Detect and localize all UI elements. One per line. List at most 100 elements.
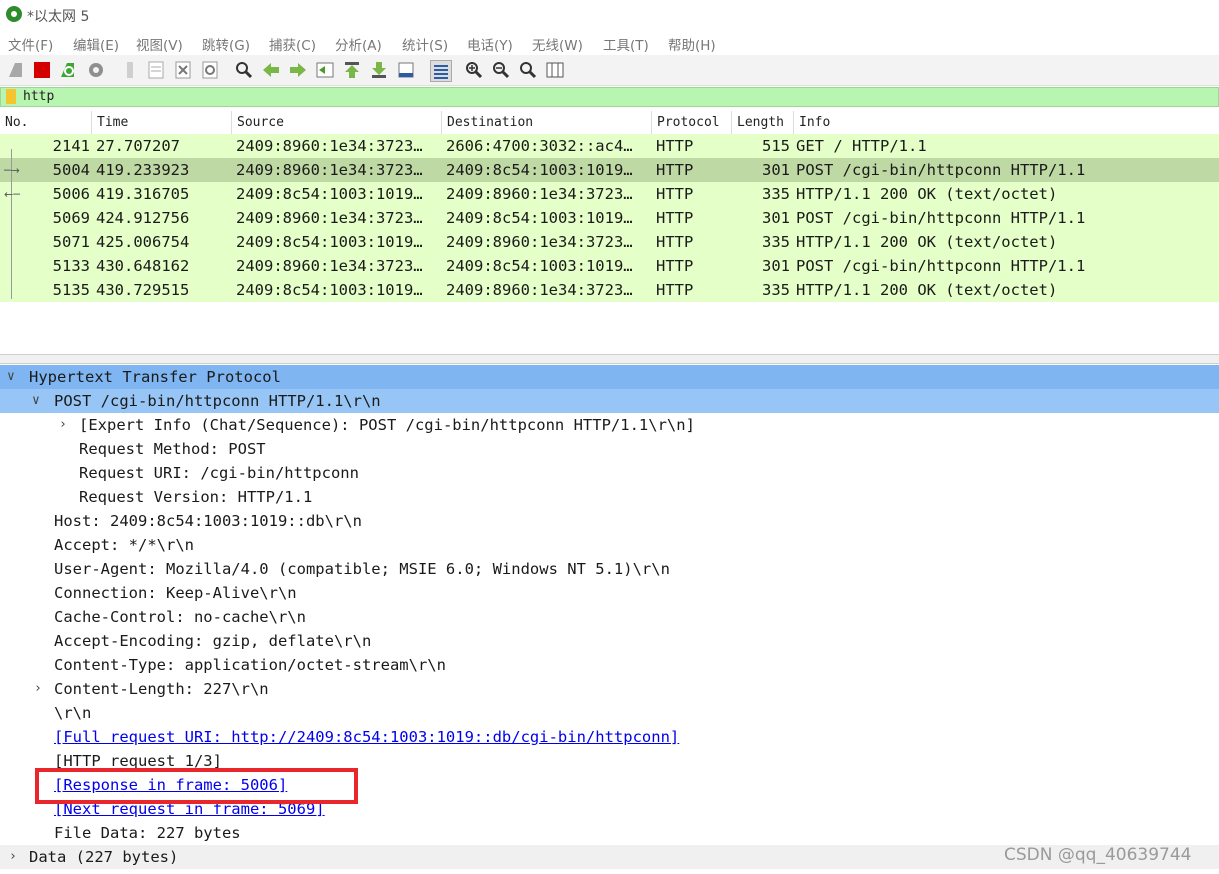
colorize-icon[interactable] (430, 60, 452, 82)
window-title: *以太网 5 (27, 9, 90, 25)
go-back-icon[interactable] (261, 60, 281, 80)
tree-item-host[interactable]: Host: 2409:8c54:1003:1019::db\r\n (0, 509, 1219, 533)
full-request-uri-link[interactable]: [Full request URI: http://2409:8c54:1003… (54, 725, 679, 749)
close-file-icon[interactable] (173, 60, 193, 80)
tree-label: Hypertext Transfer Protocol (29, 368, 281, 386)
tree-item-request-line[interactable]: ∨ POST /cgi-bin/httpconn HTTP/1.1\r\n (0, 389, 1219, 413)
menu-edit[interactable]: 编辑(E) (73, 34, 119, 54)
tree-item-connection[interactable]: Connection: Keep-Alive\r\n (0, 581, 1219, 605)
tree-item-accept[interactable]: Accept: */*\r\n (0, 533, 1219, 557)
menu-statistics[interactable]: 统计(S) (402, 34, 448, 54)
tree-label: Accept-Encoding: gzip, deflate\r\n (54, 632, 372, 650)
column-header-info[interactable]: Info (794, 111, 1219, 134)
request-arrow-icon: ─→ (4, 164, 20, 177)
column-header-protocol[interactable]: Protocol (652, 111, 732, 134)
tree-item-http[interactable]: ∨ Hypertext Transfer Protocol (0, 365, 1219, 389)
stop-capture-icon[interactable] (32, 60, 52, 80)
packet-time: 425.006754 (96, 233, 190, 251)
tree-label: File Data: 227 bytes (54, 824, 241, 842)
zoom-out-icon[interactable] (491, 60, 511, 80)
packet-source: 2409:8c54:1003:1019… (236, 281, 423, 299)
display-filter-input[interactable]: http (23, 88, 54, 106)
reload-file-icon[interactable] (200, 60, 220, 80)
packet-source: 2409:8960:1e34:3723… (236, 257, 423, 275)
go-to-packet-icon[interactable] (315, 60, 335, 80)
packet-info: POST /cgi-bin/httpconn HTTP/1.1 (796, 209, 1086, 227)
tree-item-crlf[interactable]: \r\n (0, 701, 1219, 725)
open-file-icon[interactable] (120, 60, 140, 80)
menu-analyze[interactable]: 分析(A) (335, 34, 382, 54)
tree-item-cache-control[interactable]: Cache-Control: no-cache\r\n (0, 605, 1219, 629)
chevron-right-icon[interactable]: › (59, 413, 67, 437)
packet-row[interactable]: 5133 430.648162 2409:8960:1e34:3723… 240… (0, 254, 1219, 278)
tree-item-expert-info[interactable]: › [Expert Info (Chat/Sequence): POST /cg… (0, 413, 1219, 437)
chevron-right-icon[interactable]: › (9, 845, 17, 869)
column-header-destination[interactable]: Destination (442, 111, 652, 134)
column-header-no[interactable]: No. (0, 111, 92, 134)
start-capture-icon[interactable] (6, 60, 26, 80)
menu-wireless[interactable]: 无线(W) (532, 34, 583, 54)
chevron-down-icon[interactable]: ∨ (32, 389, 40, 413)
packet-row[interactable]: 2141 27.707207 2409:8960:1e34:3723… 2606… (0, 134, 1219, 158)
restart-capture-icon[interactable] (58, 60, 78, 80)
tree-item-content-type[interactable]: Content-Type: application/octet-stream\r… (0, 653, 1219, 677)
packet-no: 5071 (52, 233, 90, 251)
save-file-icon[interactable] (146, 60, 166, 80)
column-header-time[interactable]: Time (92, 111, 232, 134)
packet-destination: 2409:8960:1e34:3723… (446, 233, 633, 251)
tree-item-request-uri[interactable]: Request URI: /cgi-bin/httpconn (0, 461, 1219, 485)
menu-tools[interactable]: 工具(T) (603, 34, 649, 54)
menu-file[interactable]: 文件(F) (8, 34, 53, 54)
menu-go[interactable]: 跳转(G) (202, 34, 250, 54)
menu-view[interactable]: 视图(V) (136, 34, 183, 54)
zoom-in-icon[interactable] (464, 60, 484, 80)
chevron-right-icon[interactable]: › (34, 677, 42, 701)
packet-source: 2409:8960:1e34:3723… (236, 137, 423, 155)
column-header-source[interactable]: Source (232, 111, 442, 134)
menu-bar: 文件(F) 编辑(E) 视图(V) 跳转(G) 捕获(C) 分析(A) 统计(S… (0, 30, 1219, 55)
go-forward-icon[interactable] (288, 60, 308, 80)
packet-source: 2409:8c54:1003:1019… (236, 233, 423, 251)
tree-item-file-data[interactable]: File Data: 227 bytes (0, 821, 1219, 845)
tree-label: Content-Length: 227\r\n (54, 680, 269, 698)
last-packet-icon[interactable] (369, 60, 389, 80)
menu-help[interactable]: 帮助(H) (668, 34, 716, 54)
menu-telephony[interactable]: 电话(Y) (467, 34, 513, 54)
tree-item-request-version[interactable]: Request Version: HTTP/1.1 (0, 485, 1219, 509)
tree-item-content-length[interactable]: › Content-Length: 227\r\n (0, 677, 1219, 701)
pane-splitter[interactable] (0, 354, 1219, 364)
packet-row[interactable]: 5135 430.729515 2409:8c54:1003:1019… 240… (0, 278, 1219, 302)
packet-time: 419.316705 (96, 185, 190, 203)
column-header-length[interactable]: Length (732, 111, 794, 134)
menu-capture[interactable]: 捕获(C) (269, 34, 316, 54)
packet-row-selected[interactable]: 5004 419.233923 2409:8960:1e34:3723… 240… (0, 158, 1219, 182)
resize-columns-icon[interactable] (545, 60, 565, 80)
filter-bookmark-icon[interactable] (6, 89, 16, 104)
first-packet-icon[interactable] (342, 60, 362, 80)
tree-item-accept-encoding[interactable]: Accept-Encoding: gzip, deflate\r\n (0, 629, 1219, 653)
tree-label: Cache-Control: no-cache\r\n (54, 608, 306, 626)
tree-item-request-method[interactable]: Request Method: POST (0, 437, 1219, 461)
packet-no: 5133 (52, 257, 90, 275)
packet-length: 301 (762, 209, 790, 227)
packet-row[interactable]: 5071 425.006754 2409:8c54:1003:1019… 240… (0, 230, 1219, 254)
packet-time: 424.912756 (96, 209, 190, 227)
packet-row[interactable]: 5069 424.912756 2409:8960:1e34:3723… 240… (0, 206, 1219, 230)
tree-label: [Expert Info (Chat/Sequence): POST /cgi-… (79, 416, 695, 434)
response-arrow-icon: ←─ (4, 188, 20, 201)
packet-destination: 2409:8c54:1003:1019… (446, 257, 633, 275)
packet-list-header: No. Time Source Destination Protocol Len… (0, 111, 1219, 135)
tree-item-user-agent[interactable]: User-Agent: Mozilla/4.0 (compatible; MSI… (0, 557, 1219, 581)
packet-row[interactable]: 5006 419.316705 2409:8c54:1003:1019… 240… (0, 182, 1219, 206)
normal-size-icon[interactable] (518, 60, 538, 80)
packet-destination: 2409:8c54:1003:1019… (446, 161, 633, 179)
tree-item-full-uri[interactable]: [Full request URI: http://2409:8c54:1003… (0, 725, 1219, 749)
autoscroll-icon[interactable] (396, 60, 416, 80)
find-packet-icon[interactable] (234, 60, 254, 80)
packet-protocol: HTTP (656, 137, 694, 155)
capture-options-icon[interactable] (86, 60, 106, 80)
packet-length: 515 (762, 137, 790, 155)
main-toolbar (0, 55, 1219, 86)
watermark: CSDN @qq_40639744 (1004, 845, 1192, 865)
chevron-down-icon[interactable]: ∨ (7, 365, 15, 389)
